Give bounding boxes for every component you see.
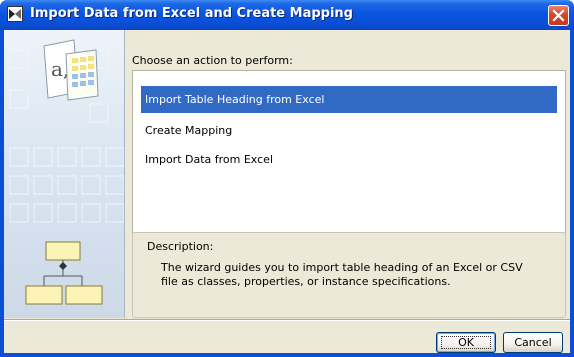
cancel-button-label: Cancel [514, 336, 552, 349]
dialog-body: a, Choose an action to perform: Import T… [4, 30, 570, 353]
action-create-mapping[interactable]: Create Mapping [141, 117, 232, 144]
footer-separator [4, 319, 570, 321]
close-icon [552, 9, 565, 22]
action-import-table-heading[interactable]: Import Table Heading from Excel [141, 86, 557, 113]
focus-indicator [441, 336, 491, 349]
dialog-window: Import Data from Excel and Create Mappin… [0, 0, 574, 357]
action-list[interactable]: Import Table Heading from Excel Create M… [132, 70, 566, 242]
app-icon [7, 6, 23, 22]
wizard-illustration: a, [4, 30, 125, 318]
close-button[interactable] [548, 5, 569, 26]
window-title: Import Data from Excel and Create Mappin… [30, 6, 353, 21]
title-bar[interactable]: Import Data from Excel and Create Mappin… [0, 0, 574, 30]
wizard-art: a, [4, 30, 124, 318]
cancel-button[interactable]: Cancel [503, 332, 563, 353]
ok-button[interactable]: OK [436, 332, 496, 353]
description-label: Description: [147, 240, 214, 253]
description-text: The wizard guides you to import table he… [161, 261, 523, 288]
action-import-data[interactable]: Import Data from Excel [141, 146, 273, 173]
description-panel: Description: The wizard guides you to im… [132, 232, 566, 318]
action-prompt: Choose an action to perform: [132, 54, 293, 67]
